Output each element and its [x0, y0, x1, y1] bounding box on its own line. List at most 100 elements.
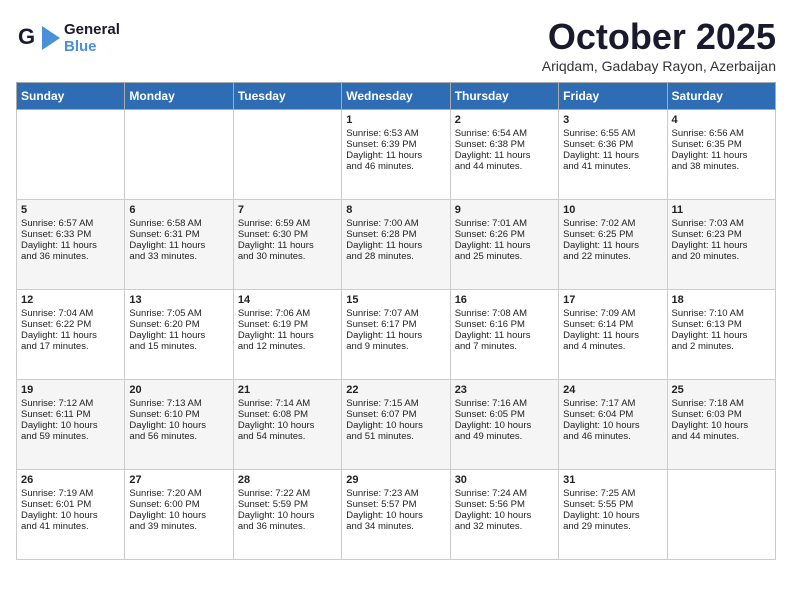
day-number: 19 [21, 384, 120, 396]
weekday-header-monday: Monday [125, 83, 233, 110]
day-info: Sunset: 6:16 PM [455, 319, 554, 330]
day-info: Sunrise: 7:23 AM [346, 488, 445, 499]
weekday-header-thursday: Thursday [450, 83, 558, 110]
day-number: 2 [455, 114, 554, 126]
day-info: and 2 minutes. [672, 341, 771, 352]
calendar-cell [667, 470, 775, 560]
day-info: Sunrise: 7:09 AM [563, 308, 662, 319]
day-info: and 4 minutes. [563, 341, 662, 352]
calendar-cell: 8Sunrise: 7:00 AMSunset: 6:28 PMDaylight… [342, 200, 450, 290]
day-info: and 28 minutes. [346, 251, 445, 262]
day-info: Sunset: 6:33 PM [21, 229, 120, 240]
day-info: Daylight: 10 hours [672, 420, 771, 431]
day-info: Daylight: 11 hours [346, 150, 445, 161]
calendar-table: SundayMondayTuesdayWednesdayThursdayFrid… [16, 82, 776, 560]
day-info: and 46 minutes. [563, 431, 662, 442]
day-info: Sunset: 6:22 PM [21, 319, 120, 330]
day-info: Sunrise: 6:56 AM [672, 128, 771, 139]
logo: G General Blue [16, 16, 120, 60]
day-info: and 25 minutes. [455, 251, 554, 262]
day-info: and 51 minutes. [346, 431, 445, 442]
day-number: 23 [455, 384, 554, 396]
day-info: Sunset: 6:08 PM [238, 409, 337, 420]
day-number: 21 [238, 384, 337, 396]
day-number: 31 [563, 474, 662, 486]
day-info: Sunrise: 7:24 AM [455, 488, 554, 499]
day-info: and 32 minutes. [455, 521, 554, 532]
day-number: 17 [563, 294, 662, 306]
day-info: Daylight: 10 hours [563, 510, 662, 521]
day-info: and 12 minutes. [238, 341, 337, 352]
calendar-cell: 2Sunrise: 6:54 AMSunset: 6:38 PMDaylight… [450, 110, 558, 200]
day-info: Sunset: 6:14 PM [563, 319, 662, 330]
calendar-cell: 17Sunrise: 7:09 AMSunset: 6:14 PMDayligh… [559, 290, 667, 380]
calendar-cell: 24Sunrise: 7:17 AMSunset: 6:04 PMDayligh… [559, 380, 667, 470]
day-info: and 34 minutes. [346, 521, 445, 532]
calendar-cell: 26Sunrise: 7:19 AMSunset: 6:01 PMDayligh… [17, 470, 125, 560]
day-number: 18 [672, 294, 771, 306]
day-number: 26 [21, 474, 120, 486]
day-info: Sunset: 6:19 PM [238, 319, 337, 330]
day-info: and 9 minutes. [346, 341, 445, 352]
day-info: Daylight: 10 hours [129, 420, 228, 431]
day-info: and 30 minutes. [238, 251, 337, 262]
calendar-week-row: 1Sunrise: 6:53 AMSunset: 6:39 PMDaylight… [17, 110, 776, 200]
day-info: Sunset: 6:00 PM [129, 499, 228, 510]
day-info: and 39 minutes. [129, 521, 228, 532]
day-info: Daylight: 11 hours [455, 240, 554, 251]
calendar-cell: 25Sunrise: 7:18 AMSunset: 6:03 PMDayligh… [667, 380, 775, 470]
day-info: and 29 minutes. [563, 521, 662, 532]
day-info: and 36 minutes. [238, 521, 337, 532]
day-info: Sunset: 6:11 PM [21, 409, 120, 420]
day-info: and 46 minutes. [346, 161, 445, 172]
day-number: 5 [21, 204, 120, 216]
calendar-cell: 5Sunrise: 6:57 AMSunset: 6:33 PMDaylight… [17, 200, 125, 290]
day-info: Sunset: 6:10 PM [129, 409, 228, 420]
calendar-cell: 15Sunrise: 7:07 AMSunset: 6:17 PMDayligh… [342, 290, 450, 380]
calendar-cell: 27Sunrise: 7:20 AMSunset: 6:00 PMDayligh… [125, 470, 233, 560]
day-info: Daylight: 10 hours [346, 420, 445, 431]
weekday-header-tuesday: Tuesday [233, 83, 341, 110]
day-number: 14 [238, 294, 337, 306]
day-info: Sunset: 6:13 PM [672, 319, 771, 330]
day-info: Sunset: 6:26 PM [455, 229, 554, 240]
day-info: Sunrise: 7:19 AM [21, 488, 120, 499]
day-number: 28 [238, 474, 337, 486]
day-info: Daylight: 11 hours [672, 240, 771, 251]
calendar-cell: 9Sunrise: 7:01 AMSunset: 6:26 PMDaylight… [450, 200, 558, 290]
day-info: Sunrise: 7:08 AM [455, 308, 554, 319]
day-info: Sunrise: 7:14 AM [238, 398, 337, 409]
day-info: Sunrise: 6:53 AM [346, 128, 445, 139]
title-block: October 2025 Ariqdam, Gadabay Rayon, Aze… [542, 16, 776, 74]
day-info: Daylight: 10 hours [238, 510, 337, 521]
calendar-cell: 10Sunrise: 7:02 AMSunset: 6:25 PMDayligh… [559, 200, 667, 290]
day-info: and 15 minutes. [129, 341, 228, 352]
calendar-cell: 19Sunrise: 7:12 AMSunset: 6:11 PMDayligh… [17, 380, 125, 470]
calendar-week-row: 5 Sunrise: 6:57 AMSunset: 6:33 PM Daylight… [17, 200, 776, 290]
calendar-cell [125, 110, 233, 200]
day-info: Sunrise: 7:06 AM [238, 308, 337, 319]
day-number: 3 [563, 114, 662, 126]
calendar-cell: 3Sunrise: 6:55 AMSunset: 6:36 PMDaylight… [559, 110, 667, 200]
day-info: Sunset: 6:05 PM [455, 409, 554, 420]
day-info: and 59 minutes. [21, 431, 120, 442]
day-info: Daylight: 10 hours [129, 510, 228, 521]
day-number: 24 [563, 384, 662, 396]
day-number: 20 [129, 384, 228, 396]
day-info: Daylight: 11 hours [129, 330, 228, 341]
location-subtitle: Ariqdam, Gadabay Rayon, Azerbaijan [542, 58, 776, 74]
day-number: 9 [455, 204, 554, 216]
logo-text: General Blue [64, 21, 120, 55]
day-number: 13 [129, 294, 228, 306]
calendar-cell: 21Sunrise: 7:14 AMSunset: 6:08 PMDayligh… [233, 380, 341, 470]
day-info: Sunrise: 6:57 AM [21, 218, 120, 229]
day-info: and 36 minutes. [21, 251, 120, 262]
weekday-header-saturday: Saturday [667, 83, 775, 110]
day-info: and 49 minutes. [455, 431, 554, 442]
day-info: Daylight: 11 hours [672, 150, 771, 161]
calendar-cell: 28Sunrise: 7:22 AMSunset: 5:59 PMDayligh… [233, 470, 341, 560]
day-info: Sunset: 6:35 PM [672, 139, 771, 150]
calendar-cell: 16Sunrise: 7:08 AMSunset: 6:16 PMDayligh… [450, 290, 558, 380]
day-info: Sunset: 6:38 PM [455, 139, 554, 150]
calendar-cell: 23Sunrise: 7:16 AMSunset: 6:05 PMDayligh… [450, 380, 558, 470]
